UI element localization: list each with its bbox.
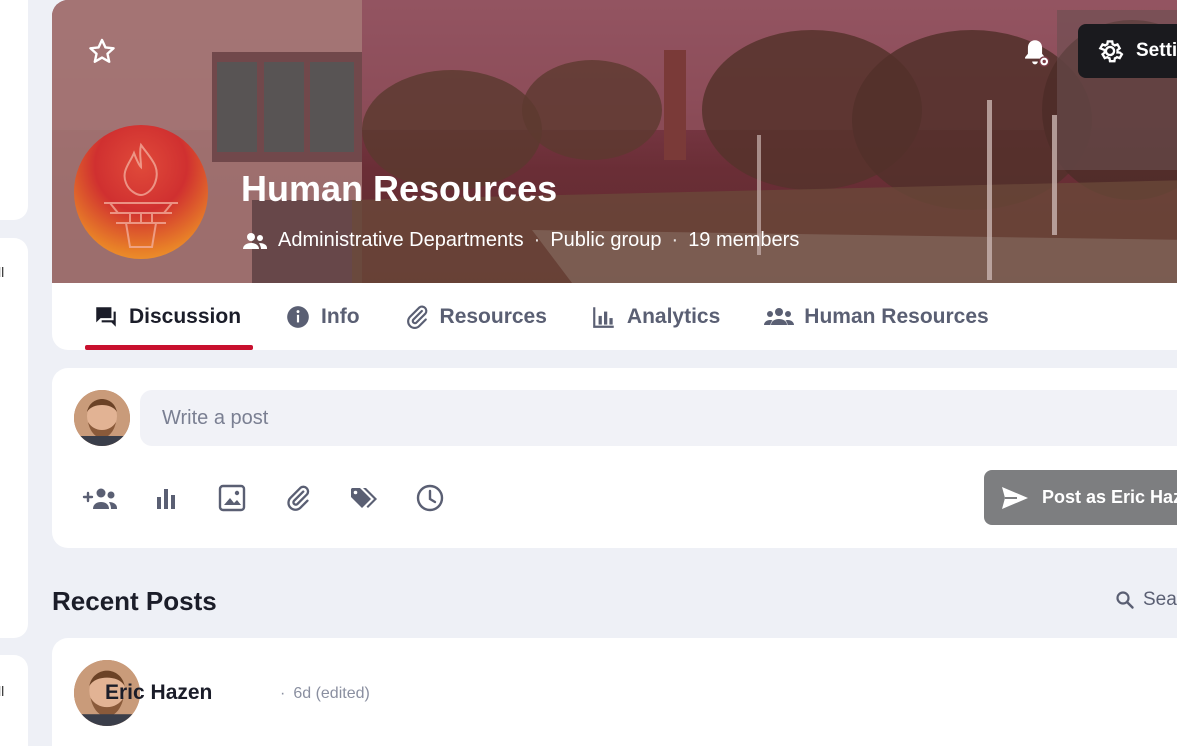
search-posts-label: Search <box>1143 589 1177 610</box>
add-people-icon[interactable] <box>82 480 118 516</box>
favorite-star-icon[interactable] <box>86 36 118 68</box>
people-icon <box>764 307 795 325</box>
composer-toolbar <box>82 480 448 516</box>
current-user-avatar <box>74 390 130 446</box>
attachment-icon[interactable] <box>280 480 316 516</box>
group-category[interactable]: Administrative Departments <box>278 229 524 252</box>
tab-discussion[interactable]: Discussion <box>84 283 254 350</box>
notification-settings-bell-icon[interactable] <box>1018 36 1052 70</box>
meta-separator: · <box>671 229 679 251</box>
tab-label: Analytics <box>626 304 721 328</box>
gear-icon <box>1098 40 1124 63</box>
schedule-clock-icon[interactable] <box>412 480 448 516</box>
tab-label: Resources <box>439 304 547 328</box>
settings-button-label: Settings <box>1136 40 1177 61</box>
post-meta-separator: · <box>280 685 286 702</box>
search-posts-button[interactable]: Search <box>1115 589 1177 611</box>
tab-label: Info <box>321 304 360 328</box>
tab-label: Human Resources <box>804 304 989 328</box>
group-logo-torch-icon <box>74 125 208 259</box>
group-title: Human Resources <box>241 168 558 209</box>
group-privacy: Public group <box>550 229 662 251</box>
post-timestamp[interactable]: 6d (edited) <box>293 685 370 703</box>
tab-info[interactable]: Info <box>281 283 363 350</box>
tag-icon[interactable] <box>346 480 382 516</box>
write-post-input[interactable]: Write a post <box>140 390 1177 446</box>
post-card <box>52 638 1177 746</box>
post-author-name[interactable]: Eric Hazen <box>105 681 212 705</box>
poll-icon[interactable] <box>148 480 184 516</box>
send-icon <box>1002 486 1028 509</box>
group-banner-image: Settings Human Resources Administrative … <box>52 0 1177 283</box>
chat-icon <box>96 306 116 327</box>
post-button-label: Post as Eric Hazen <box>1042 487 1177 507</box>
meta-separator: · <box>533 229 541 251</box>
group-header-card: Settings Human Resources Administrative … <box>52 0 1177 350</box>
left-sidebar-card: ll <box>0 655 28 746</box>
left-sidebar-card: ll <box>0 238 28 638</box>
group-meta: Administrative Departments · Public grou… <box>242 229 799 252</box>
people-icon <box>243 232 267 249</box>
post-meta: · 6d (edited) <box>280 685 370 703</box>
info-icon <box>287 305 309 328</box>
paperclip-icon <box>406 305 427 329</box>
left-sidebar-card <box>0 0 28 220</box>
settings-button[interactable]: Settings <box>1078 24 1177 78</box>
tab-analytics[interactable]: Analytics <box>587 283 724 350</box>
search-icon <box>1116 591 1134 609</box>
post-composer: Write a post Post as Eric Hazen <box>52 368 1177 548</box>
left-sidebar-text-fragment: ll <box>0 264 5 280</box>
image-icon[interactable] <box>214 480 250 516</box>
tab-label: Discussion <box>129 304 242 328</box>
tab-human-resources[interactable]: Human Resources <box>760 283 992 350</box>
group-members-count[interactable]: 19 members <box>688 229 799 252</box>
recent-posts-heading: Recent Posts <box>52 586 217 616</box>
group-tabs: Discussion Info Resources Analytics Huma… <box>52 283 1177 350</box>
post-submit-button[interactable]: Post as Eric Hazen <box>984 470 1177 525</box>
tab-resources[interactable]: Resources <box>400 283 551 350</box>
bar-chart-icon <box>593 306 614 328</box>
left-sidebar-text-fragment: ll <box>0 683 5 699</box>
